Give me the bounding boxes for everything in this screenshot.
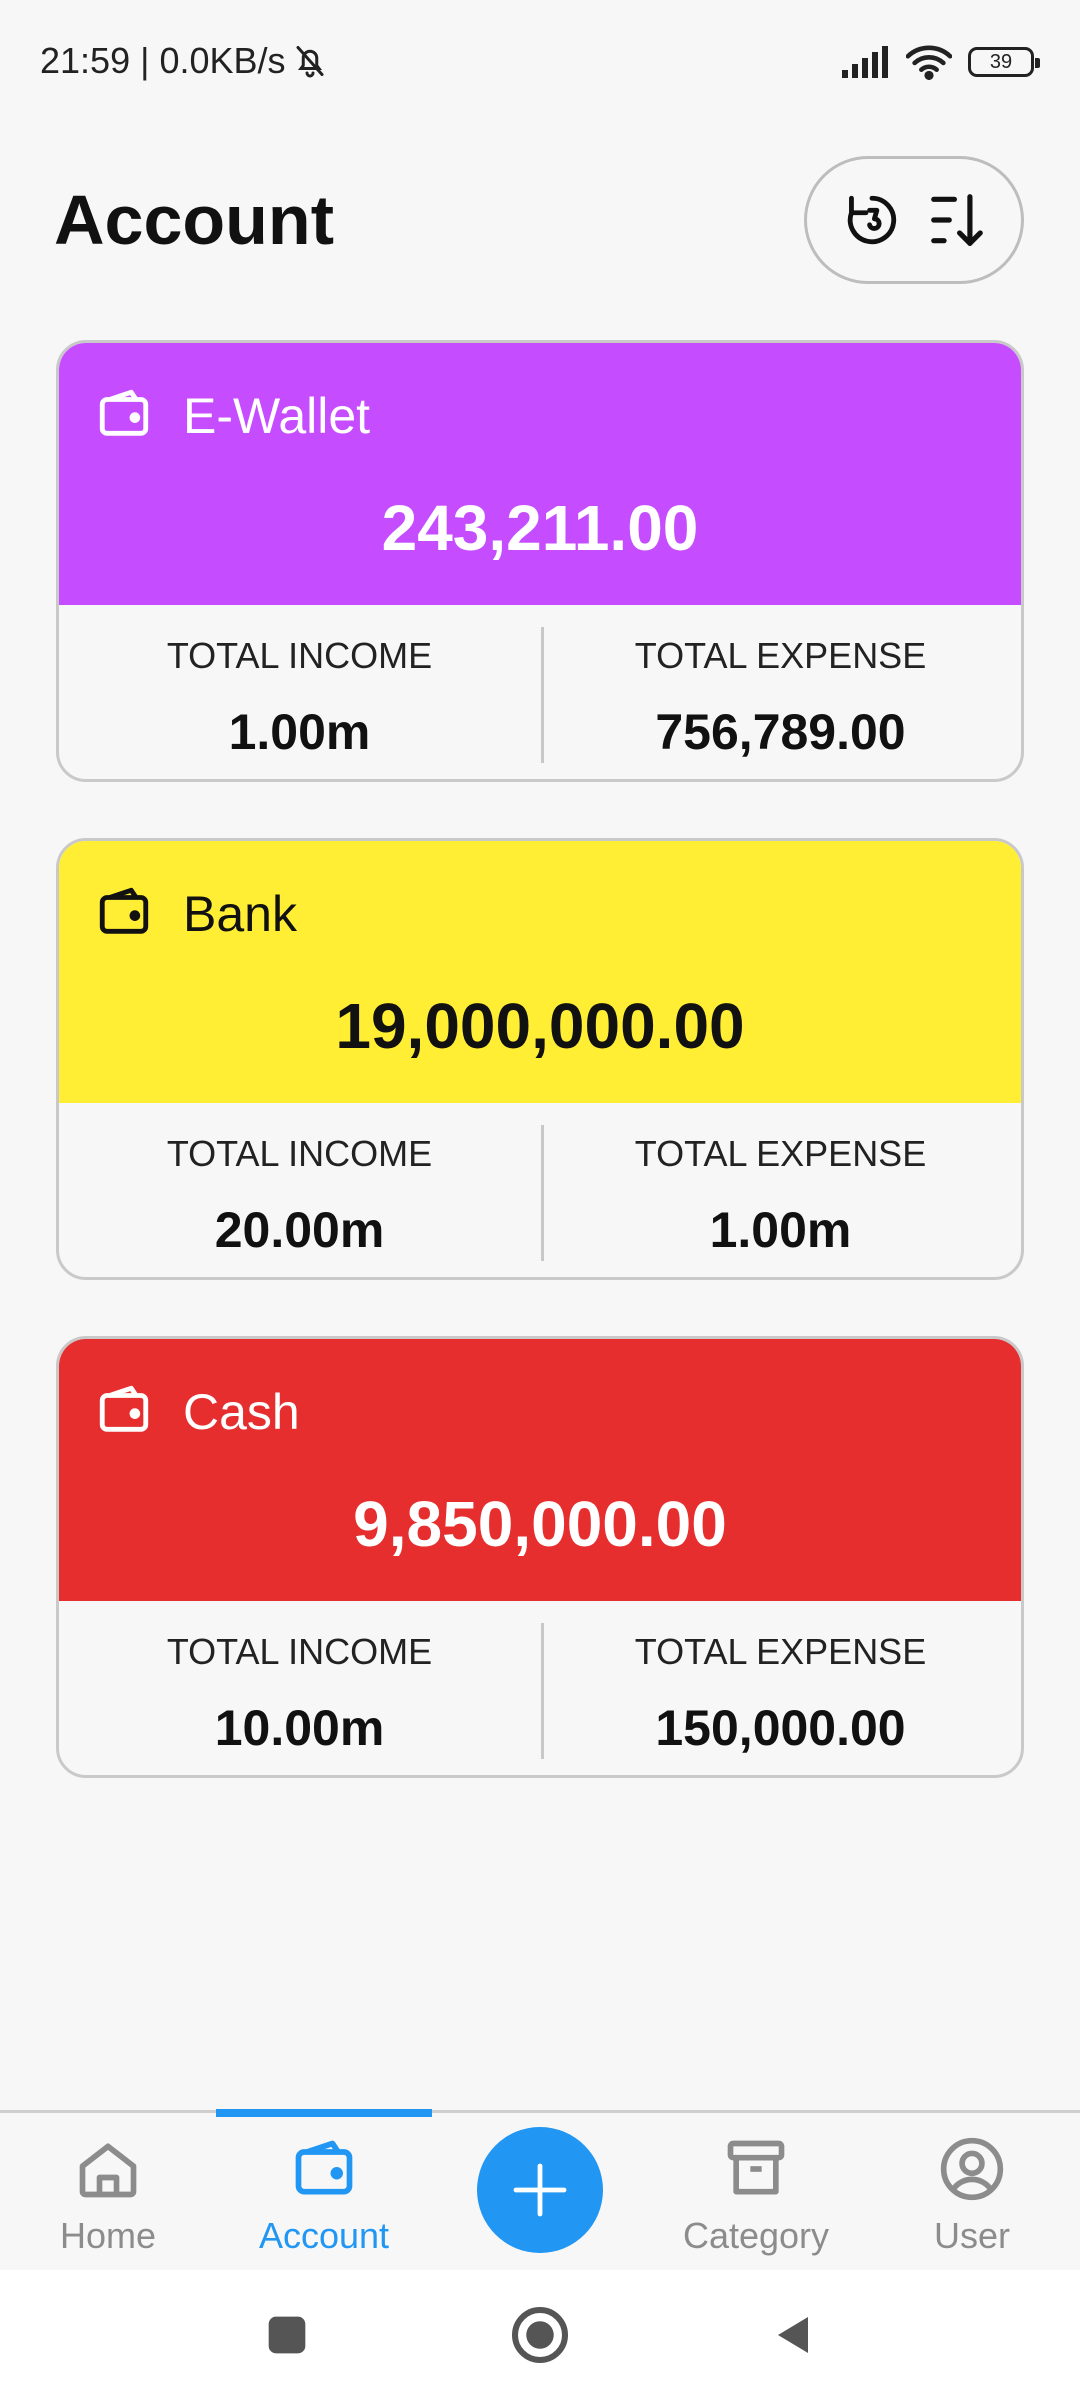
expense-label: TOTAL EXPENSE	[634, 1631, 927, 1672]
recents-button[interactable]	[252, 2300, 322, 2370]
income-label: TOTAL INCOME	[166, 635, 433, 676]
nav-account[interactable]: Account	[216, 2113, 432, 2273]
card-header: Cash 9,850,000.00	[59, 1339, 1021, 1601]
home-circle-icon	[512, 2307, 568, 2363]
plus-icon	[513, 2163, 567, 2217]
wallet-icon	[99, 389, 149, 436]
signal-icon	[842, 46, 888, 78]
recents-icon	[268, 2316, 306, 2354]
status-bar: 21:59 | 0.0KB/s 39	[0, 0, 1080, 120]
nav-category[interactable]: Category	[648, 2113, 864, 2273]
expense-label: TOTAL EXPENSE	[634, 635, 927, 676]
account-card-bank[interactable]: Bank 19,000,000.00 TOTAL INCOME 20.00m T…	[56, 838, 1024, 1280]
add-transaction-button[interactable]	[477, 2127, 603, 2253]
expense-label: TOTAL EXPENSE	[634, 1133, 927, 1174]
expense-stat: TOTAL EXPENSE 1.00m	[540, 1103, 1021, 1277]
card-header: Bank 19,000,000.00	[59, 841, 1021, 1103]
wifi-icon	[906, 45, 952, 80]
bell-off-icon	[296, 46, 324, 78]
account-balance: 243,211.00	[381, 492, 699, 564]
income-stat: TOTAL INCOME 1.00m	[59, 605, 540, 779]
nav-label: Account	[258, 2215, 390, 2256]
system-nav-bar	[0, 2270, 1080, 2400]
nav-label: Home	[59, 2215, 157, 2256]
account-balance: 9,850,000.00	[353, 1488, 727, 1560]
card-stats: TOTAL INCOME 10.00m TOTAL EXPENSE 150,00…	[59, 1601, 1021, 1775]
wallet-icon	[295, 2140, 353, 2195]
reset-button[interactable]	[837, 185, 907, 255]
income-stat: TOTAL INCOME 20.00m	[59, 1103, 540, 1277]
account-name: Bank	[183, 886, 297, 942]
time-speed: 21:59 | 0.0KB/s	[40, 40, 286, 81]
nav-label: User	[933, 2215, 1010, 2256]
sort-icon	[930, 194, 983, 246]
page-title: Account	[54, 181, 334, 259]
archive-icon	[727, 2140, 785, 2195]
expense-value: 150,000.00	[655, 1700, 906, 1756]
expense-value: 1.00m	[709, 1202, 852, 1258]
nav-user[interactable]: User	[864, 2113, 1080, 2273]
status-right: 39	[840, 44, 1040, 80]
wallet-icon	[99, 887, 149, 934]
income-value: 20.00m	[214, 1202, 385, 1258]
account-card-ewallet[interactable]: E-Wallet 243,211.00 TOTAL INCOME 1.00m T…	[56, 340, 1024, 782]
status-left: 21:59 | 0.0KB/s	[40, 40, 328, 82]
expense-stat: TOTAL EXPENSE 150,000.00	[540, 1601, 1021, 1775]
account-name: Cash	[183, 1384, 300, 1440]
card-stats: TOTAL INCOME 20.00m TOTAL EXPENSE 1.00m	[59, 1103, 1021, 1277]
reset-icon	[847, 195, 896, 245]
account-name: E-Wallet	[183, 388, 371, 444]
expense-stat: TOTAL EXPENSE 756,789.00	[540, 605, 1021, 779]
nav-home[interactable]: Home	[0, 2113, 216, 2273]
user-icon	[940, 2137, 1004, 2201]
back-icon	[778, 2317, 808, 2353]
income-label: TOTAL INCOME	[166, 1133, 433, 1174]
home-icon	[79, 2143, 137, 2198]
wallet-icon	[99, 1385, 149, 1432]
income-value: 1.00m	[228, 704, 371, 760]
account-balance: 19,000,000.00	[335, 990, 745, 1062]
sort-button[interactable]	[922, 185, 992, 255]
income-value: 10.00m	[214, 1700, 385, 1756]
back-button[interactable]	[757, 2300, 827, 2370]
card-header: E-Wallet 243,211.00	[59, 343, 1021, 605]
expense-value: 756,789.00	[655, 704, 906, 760]
battery-icon: 39	[968, 47, 1040, 77]
income-label: TOTAL INCOME	[166, 1631, 433, 1672]
nav-label: Category	[682, 2215, 830, 2256]
income-stat: TOTAL INCOME 10.00m	[59, 1601, 540, 1775]
account-card-cash[interactable]: Cash 9,850,000.00 TOTAL INCOME 10.00m TO…	[56, 1336, 1024, 1778]
card-stats: TOTAL INCOME 1.00m TOTAL EXPENSE 756,789…	[59, 605, 1021, 779]
header-actions	[804, 156, 1024, 284]
home-system-button[interactable]	[505, 2300, 575, 2370]
battery-level: 39	[989, 50, 1013, 73]
